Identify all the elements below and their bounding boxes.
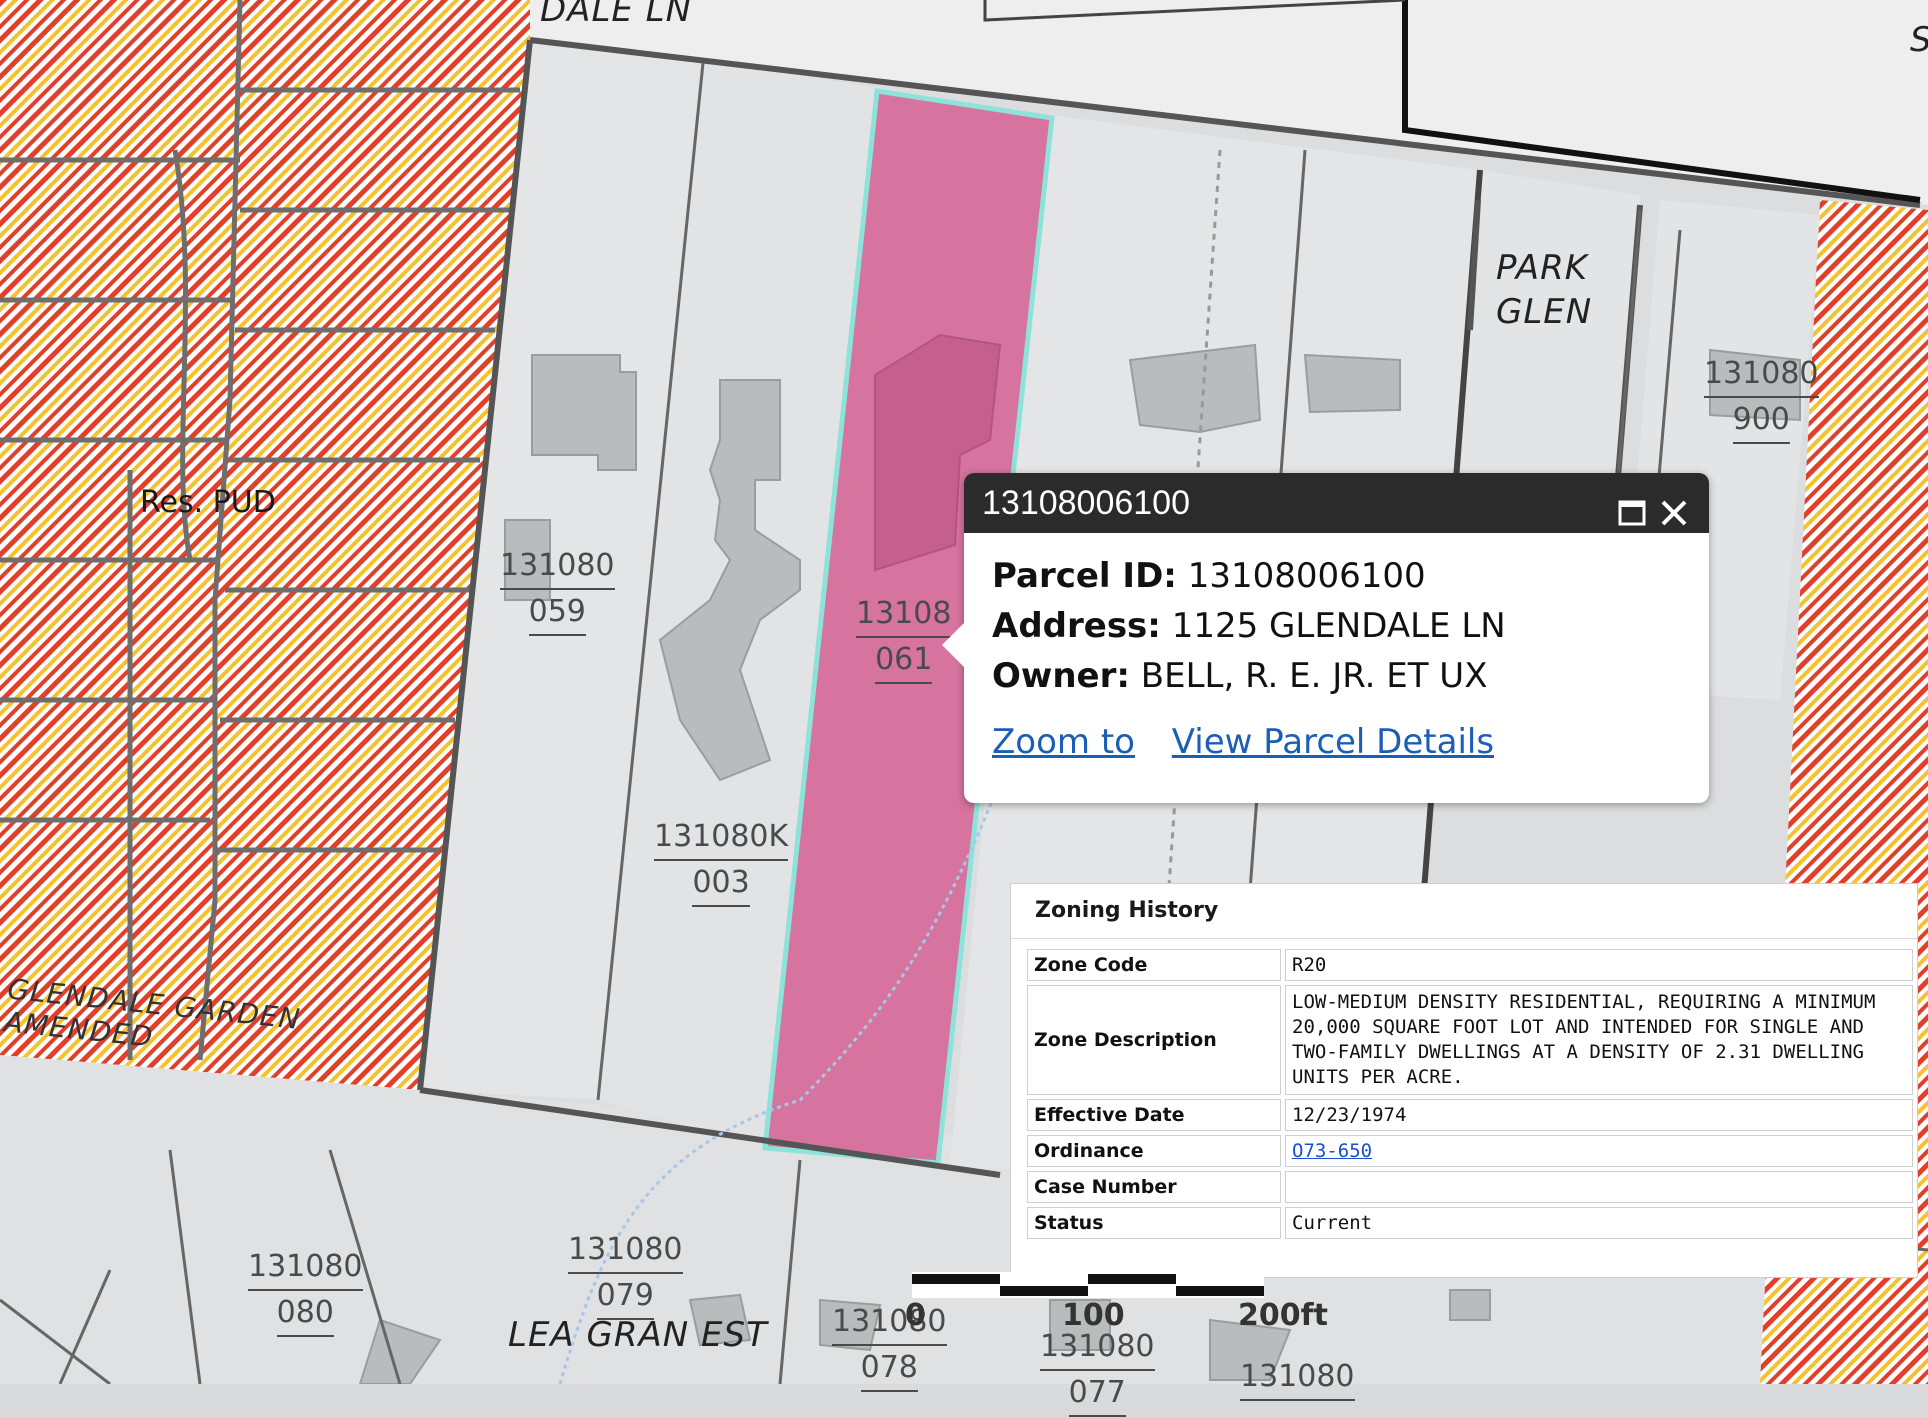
- status-label: Status: [1027, 1207, 1281, 1239]
- popup-links: Zoom to View Parcel Details: [992, 717, 1709, 767]
- subdivision-label-line2: GLEN: [1496, 292, 1593, 332]
- parcel-id-value: 13108006100: [1187, 556, 1426, 596]
- view-parcel-details-link[interactable]: View Parcel Details: [1172, 722, 1494, 762]
- zoning-history-title: Zoning History: [1011, 884, 1917, 939]
- parcel-label: 131080K 003: [654, 815, 789, 907]
- street-label-bottom: LEA GRAN EST: [508, 1315, 768, 1355]
- table-row: Status Current: [1027, 1207, 1913, 1239]
- parcel-label-line1: 131080: [500, 544, 615, 590]
- parcel-label: 131080 079: [568, 1228, 683, 1320]
- popup-title-bar: 13108006100: [964, 473, 1709, 533]
- parcel-label-line1: 131080: [248, 1245, 363, 1291]
- zone-code-label: Zone Code: [1027, 949, 1281, 981]
- ordinance-label: Ordinance: [1027, 1135, 1281, 1167]
- zoom-to-link[interactable]: Zoom to: [992, 722, 1135, 762]
- parcel-label-line1: 131080: [568, 1228, 683, 1274]
- address-label: Address:: [992, 606, 1161, 646]
- parcel-label: 13108 061: [856, 592, 952, 684]
- parcel-id-label: Parcel ID:: [992, 556, 1177, 596]
- popup-title: 13108006100: [982, 484, 1191, 522]
- maximize-icon[interactable]: [1617, 487, 1647, 526]
- close-icon[interactable]: [1659, 487, 1689, 526]
- corner-letter: S: [1910, 20, 1928, 60]
- zoning-label: Res. PUD: [140, 485, 276, 520]
- parcel-label: 131080 078: [832, 1300, 947, 1392]
- ordinance-link[interactable]: O73-650: [1292, 1140, 1372, 1162]
- parcel-label: 131080 077: [1040, 1325, 1155, 1417]
- parcel-label-line2: 900: [1732, 398, 1790, 444]
- parcel-label: 131080 900: [1704, 352, 1819, 444]
- parcel-label: 131080 059: [500, 544, 615, 636]
- scale-bar: [912, 1272, 1264, 1298]
- parcel-id-row: Parcel ID: 13108006100: [992, 551, 1709, 601]
- zone-description-value: LOW-MEDIUM DENSITY RESIDENTIAL, REQUIRIN…: [1285, 985, 1913, 1095]
- parcel-label-line2: 078: [860, 1346, 918, 1392]
- table-row: Case Number: [1027, 1171, 1913, 1203]
- parcel-label-line1: 131080K: [654, 815, 789, 861]
- effective-date-value: 12/23/1974: [1285, 1099, 1913, 1131]
- address-row: Address: 1125 GLENDALE LN: [992, 601, 1709, 651]
- zoning-history-panel: Zoning History Zone Code R20 Zone Descri…: [1010, 883, 1918, 1278]
- owner-value: BELL, R. E. JR. ET UX: [1140, 656, 1488, 696]
- zone-description-label: Zone Description: [1027, 985, 1281, 1095]
- scale-label-200ft: 200ft: [1238, 1298, 1329, 1333]
- parcel-label: 131080 080: [248, 1245, 363, 1337]
- parcel-label-line1: 131080: [1240, 1355, 1355, 1401]
- address-value: 1125 GLENDALE LN: [1171, 606, 1506, 646]
- zone-code-value: R20: [1285, 949, 1913, 981]
- subdivision-label-line1: PARK: [1496, 248, 1588, 288]
- owner-label: Owner:: [992, 656, 1130, 696]
- scale-label-100: 100: [1062, 1298, 1125, 1333]
- parcel-label-line1: 131080: [832, 1300, 947, 1346]
- parcel-popup: 13108006100 Parcel ID: 13108006100 Addre…: [942, 473, 1709, 803]
- table-row: Zone Code R20: [1027, 949, 1913, 981]
- scale-label-0: 0: [905, 1298, 926, 1333]
- zoning-table: Zone Code R20 Zone Description LOW-MEDIU…: [1023, 945, 1917, 1243]
- parcel-label-line2: 061: [875, 638, 933, 684]
- popup-pointer: [942, 623, 964, 667]
- parcel-label-line2: 079: [596, 1274, 654, 1320]
- status-value: Current: [1285, 1207, 1913, 1239]
- table-row: Zone Description LOW-MEDIUM DENSITY RESI…: [1027, 985, 1913, 1095]
- parcel-label-line1: 13108: [856, 592, 952, 638]
- parcel-label-line2: 003: [692, 861, 750, 907]
- parcel-label-line2: 059: [528, 590, 586, 636]
- parcel-label-line2: 080: [276, 1291, 334, 1337]
- case-number-value: [1285, 1171, 1913, 1203]
- table-row: Effective Date 12/23/1974: [1027, 1099, 1913, 1131]
- ordinance-value: O73-650: [1285, 1135, 1913, 1167]
- parcel-label-line2: 077: [1068, 1371, 1126, 1417]
- table-row: Ordinance O73-650: [1027, 1135, 1913, 1167]
- street-label-top: DALE LN: [540, 0, 693, 30]
- case-number-label: Case Number: [1027, 1171, 1281, 1203]
- parcel-label: 131080: [1240, 1355, 1355, 1401]
- effective-date-label: Effective Date: [1027, 1099, 1281, 1131]
- owner-row: Owner: BELL, R. E. JR. ET UX: [992, 651, 1709, 701]
- popup-body: Parcel ID: 13108006100 Address: 1125 GLE…: [964, 533, 1709, 767]
- parcel-label-line1: 131080: [1704, 352, 1819, 398]
